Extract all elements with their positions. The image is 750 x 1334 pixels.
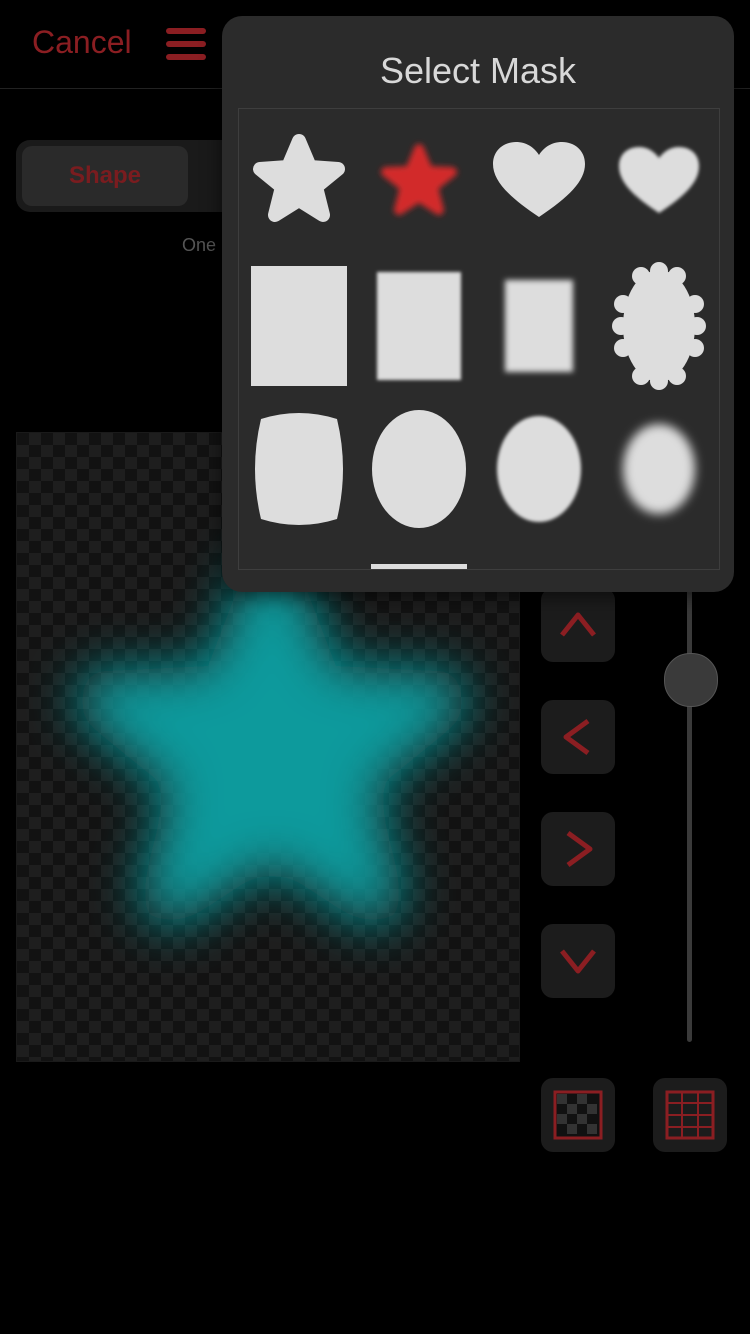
- chevron-down-icon: [560, 949, 596, 974]
- mask-option-rounded-star[interactable]: [239, 109, 359, 254]
- move-right-button[interactable]: [541, 812, 615, 886]
- rectangle-icon: [251, 266, 347, 386]
- blurred-rectangle-icon: [505, 280, 573, 372]
- checkerboard-icon: [553, 1090, 603, 1140]
- mask-grid[interactable]: [238, 108, 720, 570]
- cancel-button[interactable]: Cancel: [32, 24, 132, 61]
- shape-tab[interactable]: Shape: [22, 146, 188, 206]
- chevron-up-icon: [560, 612, 596, 637]
- mask-option-soft-heart[interactable]: [599, 109, 719, 254]
- hint-text: One: [182, 235, 217, 255]
- mask-option-partial[interactable]: [359, 544, 479, 569]
- heart-icon: [493, 142, 585, 217]
- size-slider-thumb[interactable]: [664, 653, 718, 707]
- chevron-left-icon: [563, 718, 590, 756]
- move-left-button[interactable]: [541, 700, 615, 774]
- grid-toggle-button[interactable]: [653, 1078, 727, 1152]
- soft-rectangle-icon: [377, 272, 461, 380]
- scalloped-oval-icon: [612, 262, 706, 390]
- partial-mask-icon: [371, 564, 467, 569]
- mask-option-oval[interactable]: [359, 399, 479, 544]
- move-down-button[interactable]: [541, 924, 615, 998]
- popover-title: Select Mask: [379, 50, 577, 91]
- menu-icon[interactable]: [166, 28, 206, 60]
- mask-option-heart[interactable]: [479, 109, 599, 254]
- blurred-oval-icon: [623, 424, 695, 514]
- mask-option-blurred-star[interactable]: [359, 109, 479, 254]
- blurred-star-icon: [381, 144, 457, 215]
- mask-option-soft-rectangle[interactable]: [359, 254, 479, 399]
- soft-oval-icon: [497, 416, 581, 522]
- rounded-square-icon: [255, 413, 343, 525]
- soft-heart-icon: [619, 147, 699, 213]
- rounded-star-icon: [253, 134, 345, 222]
- chevron-right-icon: [566, 830, 593, 868]
- mask-option-rounded-square[interactable]: [239, 399, 359, 544]
- oval-icon: [372, 410, 466, 528]
- mask-option-blurred-rectangle[interactable]: [479, 254, 599, 399]
- select-mask-popover: Select Mask: [222, 16, 734, 592]
- mask-option-rectangle[interactable]: [239, 254, 359, 399]
- checkerboard-toggle-button[interactable]: [541, 1078, 615, 1152]
- mask-option-scalloped-oval[interactable]: [599, 254, 719, 399]
- mask-option-soft-oval[interactable]: [479, 399, 599, 544]
- move-up-button[interactable]: [541, 588, 615, 662]
- grid-icon: [665, 1090, 715, 1140]
- mask-option-blurred-oval[interactable]: [599, 399, 719, 544]
